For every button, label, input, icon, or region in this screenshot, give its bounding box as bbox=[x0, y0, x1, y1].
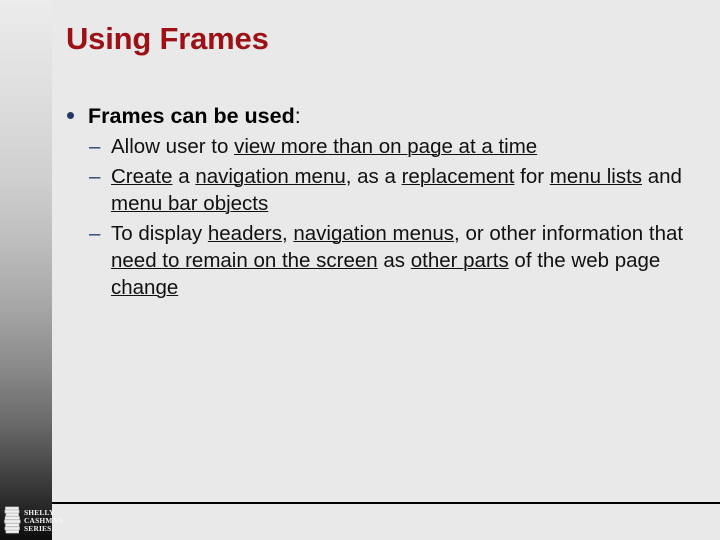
dash-bullet-icon: – bbox=[89, 134, 101, 158]
plain-text-run: , bbox=[281, 221, 294, 245]
bullet-level2-text: Allow user to view more than on page at … bbox=[111, 135, 537, 158]
bullet-level1-colon: : bbox=[294, 104, 301, 128]
plain-text-run: for bbox=[514, 164, 550, 188]
bullet-dot-icon bbox=[67, 112, 74, 119]
plain-text-run: To display bbox=[111, 221, 208, 245]
underlined-text-run: view more than on page at a time bbox=[234, 134, 538, 158]
slide-canvas: Using Frames Frames can be used: – Allow… bbox=[0, 0, 720, 540]
plain-text-run: Allow user to bbox=[111, 134, 235, 158]
underlined-text-run: navigation menus bbox=[293, 221, 455, 245]
logo-line-3: Series. bbox=[24, 524, 54, 534]
stacked-books-icon bbox=[4, 506, 21, 534]
underlined-text-run: menu bar objects bbox=[111, 191, 269, 215]
plain-text-run: as bbox=[377, 248, 411, 272]
slide-body: Frames can be used: – Allow user to view… bbox=[56, 103, 711, 301]
bullet-item-level2: – Create a navigation menu, as a replace… bbox=[56, 163, 711, 217]
bullet-item-level2: – To display headers, navigation menus, … bbox=[56, 220, 711, 301]
underlined-text-run: Create bbox=[111, 164, 173, 188]
plain-text-run: of the web page bbox=[508, 248, 661, 272]
underlined-text-run: navigation menu bbox=[195, 164, 346, 188]
underlined-text-run: headers bbox=[207, 221, 282, 245]
underlined-text-run: need to remain on the screen bbox=[111, 248, 378, 272]
publisher-logo-text: Shelly Cashman Series. bbox=[24, 508, 64, 534]
bullet-item-level1: Frames can be used: bbox=[56, 103, 711, 130]
plain-text-run: and bbox=[642, 164, 682, 188]
underlined-text-run: change bbox=[111, 275, 179, 299]
left-gradient-band bbox=[0, 0, 52, 540]
underlined-text-run: replacement bbox=[401, 164, 515, 188]
bullet-level2-text: To display headers, navigation menus, or… bbox=[111, 222, 683, 299]
plain-text-run: , or other information that bbox=[454, 221, 684, 245]
footer-divider bbox=[52, 502, 720, 504]
plain-text-run: a bbox=[172, 164, 196, 188]
underlined-text-run: menu lists bbox=[549, 164, 643, 188]
bullet-item-level2: – Allow user to view more than on page a… bbox=[56, 133, 711, 160]
dash-bullet-icon: – bbox=[89, 164, 101, 188]
dash-bullet-icon: – bbox=[89, 221, 101, 245]
publisher-logo: Shelly Cashman Series. bbox=[4, 503, 63, 539]
page-title: Using Frames bbox=[66, 21, 269, 56]
plain-text-run: , as a bbox=[345, 164, 402, 188]
bullet-level1-label: Frames can be used bbox=[88, 104, 295, 128]
bullet-level2-text: Create a navigation menu, as a replaceme… bbox=[111, 165, 682, 215]
underlined-text-run: other parts bbox=[410, 248, 509, 272]
